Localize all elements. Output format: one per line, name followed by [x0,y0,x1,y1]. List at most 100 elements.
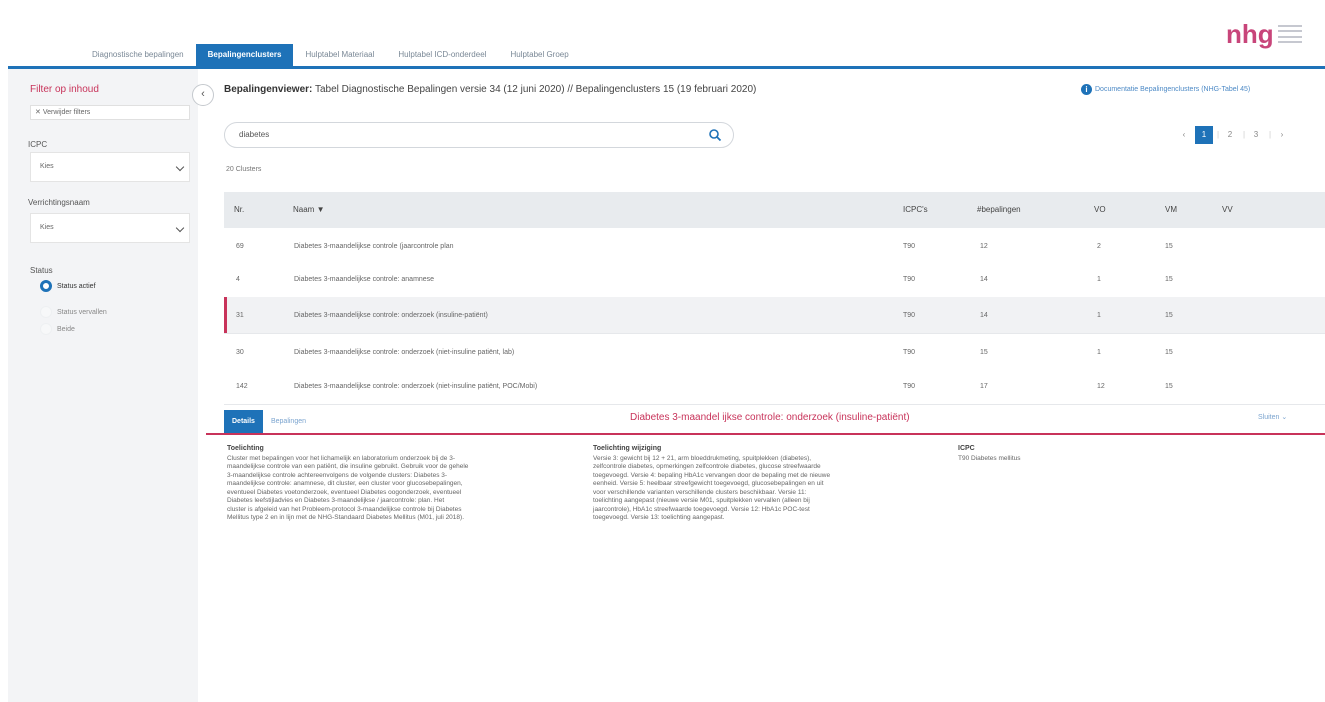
table-row[interactable]: 4 Diabetes 3-maandelijkse controle: anam… [224,261,1325,298]
wijziging-line: eenheid. Versie 5: heelbaar streefgewich… [593,480,824,487]
chevron-down-icon [175,162,185,172]
column-naam[interactable]: Naam ▼ [293,192,324,228]
logo-mark-icon [1277,25,1302,43]
table-row[interactable]: 142 Diabetes 3-maandelijkse controle: on… [224,368,1325,405]
cell-vm: 15 [1165,276,1173,283]
icpc-select-value: Kies [40,163,54,170]
main-tabs: Diagnostische bepalingen Bepalingenclust… [80,44,581,66]
wijziging-line: toegevoegd. Versie 13: toelichting aange… [593,514,725,521]
cell-naam: Diabetes 3-maandelijkse controle: onderz… [294,383,538,390]
status-label: Status [30,266,53,275]
column-nr[interactable]: Nr. [234,192,244,228]
tab-hulptabel-groep[interactable]: Hulptabel Groep [498,44,580,66]
wijziging-line: toelichting aangepast (nieuwe versie M01… [593,497,810,504]
toelichting-line: 3-maandelijkse controle achtereenvolgens… [227,471,448,479]
toelichting-wijziging-section: Toelichting wijziging Versie 3: gewicht … [593,445,943,523]
column-icpc[interactable]: ICPC's [903,192,928,228]
cell-vm: 15 [1165,349,1173,356]
cell-naam: Diabetes 3-maandelijkse controle (jaarco… [294,243,454,250]
column-vv[interactable]: VV [1222,192,1233,228]
cell-naam: Diabetes 3-maandelijkse controle: onderz… [294,312,488,319]
toelichting-line: Cluster met bepalingen voor het lichamel… [227,454,455,462]
documentation-link[interactable]: i Documentatie Bepalingenclusters (NHG-T… [1081,84,1250,95]
tab-bepalingen[interactable]: Bepalingen [263,410,314,433]
tab-underline [8,66,1325,69]
next-page-icon[interactable]: › [1273,126,1291,144]
chevron-down-icon [175,223,185,233]
radio-unselected-icon [40,323,52,335]
icpc-value: T90 Diabetes mellitus [958,454,1021,462]
cell-naam: Diabetes 3-maandelijkse controle: anamne… [294,276,435,283]
cell-nr: 69 [236,243,244,250]
page-2-button[interactable]: 2 [1221,126,1239,144]
filter-title: Filter op inhoud [30,84,99,95]
table-row[interactable]: 30 Diabetes 3-maandelijkse controle: ond… [224,334,1325,371]
column-bepalingen[interactable]: #bepalingen [977,192,1021,228]
status-option-label: Beide [57,325,75,333]
toelichting-line: Diabetes leefstijladvies en Diabetes 3-m… [227,497,445,504]
tab-diagnostische-bepalingen[interactable]: Diagnostische bepalingen [80,44,196,66]
cell-vo: 1 [1097,349,1101,356]
page-3-button[interactable]: 3 [1247,126,1265,144]
toelichting-line: maandelijkse controle van een patiënt, d… [227,463,469,470]
tab-hulptabel-materiaal[interactable]: Hulptabel Materiaal [293,44,386,66]
radio-selected-icon [40,280,52,292]
info-icon: i [1081,84,1092,95]
page-title: Bepalingenviewer: Tabel Diagnostische Be… [224,84,756,95]
cell-vm: 15 [1165,383,1173,390]
cell-icpc: T90 [903,276,916,283]
nhg-logo[interactable]: nhg [1226,19,1306,49]
cell-vm: 15 [1165,312,1173,319]
documentation-link-label: Documentatie Bepalingenclusters (NHG-Tab… [1095,86,1251,93]
cell-bepalingen: 15 [980,349,988,356]
cell-nr: 31 [236,312,244,319]
previous-page-icon[interactable]: ‹ [1175,126,1193,144]
cell-nr: 4 [236,276,240,283]
clear-filters-button[interactable]: ✕ Verwijder filters [30,105,190,120]
collapse-sidebar-button[interactable]: ‹ [192,84,214,106]
close-detail-label: Sluiten [1258,414,1280,421]
status-radio-vervallen[interactable]: Status vervallen [40,306,107,318]
page-1-button[interactable]: 1 [1195,126,1213,144]
logo-text: nhg [1226,18,1274,49]
tab-hulptabel-icd[interactable]: Hulptabel ICD-onderdeel [386,44,498,66]
tab-details[interactable]: Details [224,410,263,433]
cell-nr: 30 [236,349,244,356]
wijziging-line: jaarcontrole), HbA1c streefwaarde toegev… [593,505,810,513]
icpc-select[interactable]: Kies [30,152,190,182]
cell-vo: 2 [1097,243,1101,250]
verrichting-select-value: Kies [40,224,54,231]
table-row-selected[interactable]: 31 Diabetes 3-maandelijkse controle: ond… [224,297,1325,334]
clear-filters-label: Verwijder filters [42,109,91,116]
close-detail-button[interactable]: Sluiten ⌄ [1258,413,1287,421]
search-input[interactable]: diabetes [224,122,734,148]
cell-icpc: T90 [903,312,916,319]
table-row[interactable]: 69 Diabetes 3-maandelijkse controle (jaa… [224,228,1325,265]
top-navigation: Diagnostische bepalingen Bepalingenclust… [0,0,1325,70]
toelichting-line: Mellitus type 2 en in lijn met de NHG-St… [227,514,464,521]
status-option-label: Status actief [57,282,96,290]
status-radio-beide[interactable]: Beide [40,323,75,335]
page-title-bold: Bepalingenviewer: [224,84,313,95]
column-vo[interactable]: VO [1094,192,1106,228]
cell-bepalingen: 14 [980,276,988,283]
verrichting-label: Verrichtingsnaam [28,198,90,207]
cell-vo: 12 [1097,383,1105,390]
status-radio-actief[interactable]: Status actief [40,280,96,292]
tab-bepalingenclusters[interactable]: Bepalingenclusters [195,44,294,66]
wijziging-header: Toelichting wijziging [593,445,662,452]
verrichting-select[interactable]: Kies [30,213,190,243]
toelichting-header: Toelichting [227,445,264,452]
radio-unselected-icon [40,306,52,318]
result-count: 20 Clusters [226,166,262,173]
wijziging-line: Versie 3: gewicht bij 12 + 21, arm bloed… [593,454,812,462]
status-option-label: Status vervallen [57,308,107,316]
column-vm[interactable]: VM [1165,192,1177,228]
cell-nr: 142 [236,383,248,390]
cell-bepalingen: 14 [980,312,988,319]
cell-bepalingen: 17 [980,383,988,390]
icpc-header: ICPC [958,445,975,452]
detail-title: Diabetes 3-maandel ijkse controle: onder… [630,412,910,423]
detail-tabs: Details Bepalingen [224,408,314,433]
search-icon[interactable] [708,128,722,142]
